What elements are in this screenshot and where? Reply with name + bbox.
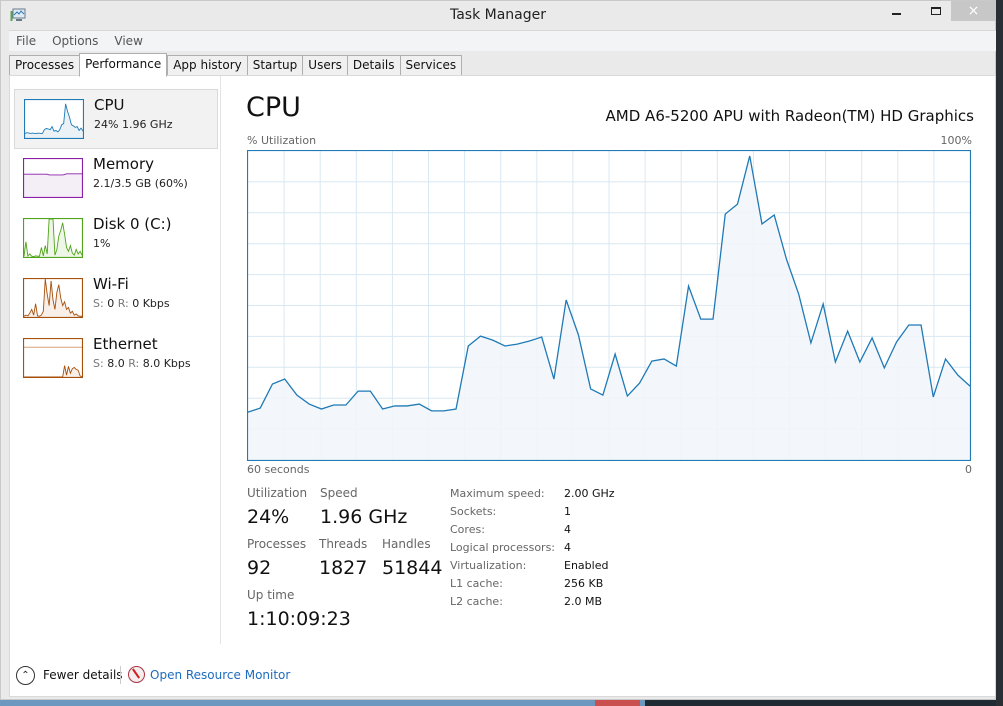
close-button[interactable]: × — [951, 1, 996, 21]
resource-name: Wi-Fi — [93, 275, 129, 293]
menu-view[interactable]: View — [114, 34, 142, 48]
y-axis-label: % Utilization — [247, 134, 317, 147]
virtualization-label: Virtualization: — [450, 559, 527, 572]
desktop-background — [0, 700, 645, 706]
title-bar[interactable]: Task Manager × — [1, 1, 996, 30]
cpu-model: AMD A6-5200 APU with Radeon(TM) HD Graph… — [605, 107, 974, 125]
maximize-button[interactable] — [921, 1, 951, 21]
cpu-sparkline — [24, 99, 84, 139]
minimize-icon — [891, 13, 901, 15]
desktop-edge — [996, 0, 1003, 706]
disk-sparkline — [23, 218, 83, 258]
threads-value: 1827 — [319, 557, 368, 579]
l2-cache-label: L2 cache: — [450, 595, 503, 608]
resource-summary: S: 0 R: 0 Kbps — [93, 297, 170, 310]
close-icon: × — [967, 3, 980, 19]
resource-item-cpu[interactable]: CPU 24% 1.96 GHz — [14, 89, 218, 149]
logical-processors-value: 4 — [564, 541, 571, 554]
tab-services[interactable]: Services — [399, 55, 463, 76]
resource-monitor-icon[interactable] — [128, 666, 145, 683]
receive-label: R: — [128, 357, 140, 370]
task-manager-window: Task Manager × File Options View Process… — [0, 0, 996, 700]
tab-app-history[interactable]: App history — [167, 55, 247, 76]
sockets-label: Sockets: — [450, 505, 497, 518]
cores-label: Cores: — [450, 523, 485, 536]
resource-list: CPU 24% 1.96 GHz Memory 2.1/3.5 GB (60%)… — [10, 76, 221, 644]
resource-item-disk[interactable]: Disk 0 (C:) 1% — [14, 209, 218, 269]
resource-name: Ethernet — [93, 335, 158, 353]
send-label: S: — [93, 297, 104, 310]
uptime-value: 1:10:09:23 — [247, 608, 351, 630]
receive-value: 8.0 Kbps — [142, 357, 191, 370]
menu-file[interactable]: File — [16, 34, 36, 48]
resource-name: Disk 0 (C:) — [93, 215, 172, 233]
uptime-label: Up time — [247, 588, 295, 602]
resource-name: CPU — [94, 96, 125, 114]
tab-strip: Processes Performance App history Startu… — [9, 53, 463, 77]
footer-bar: ⌃ Fewer details Open Resource Monitor — [10, 656, 995, 692]
chevron-up-icon[interactable]: ⌃ — [16, 666, 35, 685]
x-axis-left-label: 60 seconds — [247, 463, 310, 476]
cpu-detail-panel: CPU AMD A6-5200 APU with Radeon(TM) HD G… — [246, 76, 986, 644]
sparkline-fill — [24, 173, 82, 197]
maximize-icon — [931, 7, 941, 15]
open-resource-monitor-link[interactable]: Open Resource Monitor — [150, 668, 290, 682]
receive-value: 0 Kbps — [132, 297, 170, 310]
resource-item-memory[interactable]: Memory 2.1/3.5 GB (60%) — [14, 149, 218, 209]
sockets-value: 1 — [564, 505, 571, 518]
page-title: CPU — [246, 92, 301, 123]
virtualization-value: Enabled — [564, 559, 609, 572]
processes-value: 92 — [247, 557, 272, 579]
menu-bar: File Options View — [9, 30, 996, 51]
tab-users[interactable]: Users — [302, 55, 347, 76]
tab-startup[interactable]: Startup — [246, 55, 303, 76]
wifi-sparkline — [23, 278, 83, 318]
l1-cache-label: L1 cache: — [450, 577, 503, 590]
footer-divider — [120, 666, 121, 684]
max-speed-value: 2.00 GHz — [564, 487, 615, 500]
performance-pane: CPU 24% 1.96 GHz Memory 2.1/3.5 GB (60%)… — [9, 75, 996, 697]
processes-label: Processes — [247, 537, 307, 551]
cpu-utilization-chart — [247, 150, 971, 461]
resource-item-wifi[interactable]: Wi-Fi S: 0 R: 0 Kbps — [14, 269, 218, 329]
speed-value: 1.96 GHz — [320, 506, 408, 528]
logical-processors-label: Logical processors: — [450, 541, 556, 554]
l2-cache-value: 2.0 MB — [564, 595, 603, 608]
handles-value: 51844 — [382, 557, 443, 579]
resource-summary: 1% — [93, 237, 111, 250]
handles-label: Handles — [382, 537, 431, 551]
send-value: 8.0 — [107, 357, 125, 370]
resource-item-ethernet[interactable]: Ethernet S: 8.0 R: 8.0 Kbps — [14, 329, 218, 389]
threads-label: Threads — [319, 537, 368, 551]
y-max-label: 100% — [940, 134, 972, 147]
max-speed-label: Maximum speed: — [450, 487, 545, 500]
send-label: S: — [93, 357, 104, 370]
resource-summary: 2.1/3.5 GB (60%) — [93, 177, 188, 190]
desktop-taskbar-segment — [595, 700, 640, 706]
receive-label: R: — [117, 297, 129, 310]
utilization-label: Utilization — [247, 486, 308, 500]
x-axis-right-label: 0 — [965, 463, 972, 476]
minimize-button[interactable] — [881, 1, 911, 21]
resource-summary: 24% 1.96 GHz — [94, 118, 173, 131]
resource-summary: S: 8.0 R: 8.0 Kbps — [93, 357, 191, 370]
send-value: 0 — [107, 297, 115, 310]
speed-label: Speed — [320, 486, 358, 500]
fewer-details-button[interactable]: Fewer details — [43, 668, 123, 682]
window-title: Task Manager — [449, 7, 547, 23]
menu-options[interactable]: Options — [52, 34, 98, 48]
tab-details[interactable]: Details — [346, 55, 400, 76]
utilization-value: 24% — [247, 506, 290, 528]
memory-sparkline — [23, 158, 83, 198]
tab-processes[interactable]: Processes — [9, 55, 80, 76]
ethernet-sparkline — [23, 338, 83, 378]
l1-cache-value: 256 KB — [564, 577, 604, 590]
cores-value: 4 — [564, 523, 571, 536]
resource-name: Memory — [93, 155, 155, 173]
tab-performance[interactable]: Performance — [79, 53, 168, 77]
